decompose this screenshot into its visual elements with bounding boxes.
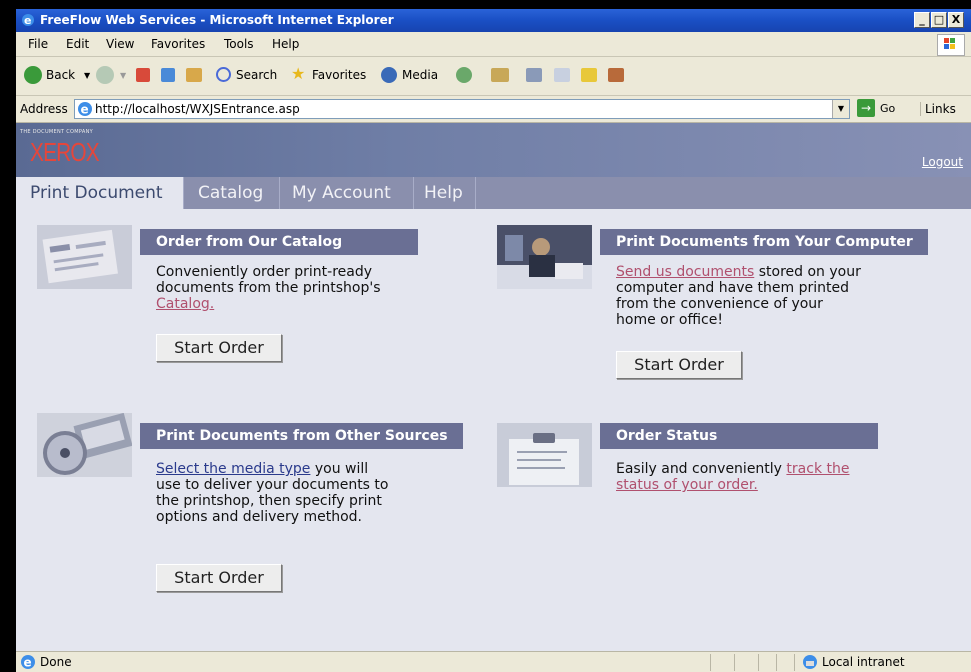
tab-my-account[interactable]: My Account (280, 177, 414, 209)
home-icon[interactable] (186, 68, 202, 82)
mail-icon[interactable] (491, 68, 509, 82)
address-url[interactable]: http://localhost/WXJSEntrance.asp (95, 102, 300, 116)
svg-text:e: e (24, 14, 31, 27)
order-status-image (497, 423, 592, 487)
favorites-button[interactable]: Favorites (312, 68, 366, 82)
minimize-button[interactable]: _ (914, 12, 930, 28)
history-icon[interactable] (456, 67, 472, 83)
computer-image (497, 225, 592, 289)
status-divider (794, 654, 795, 671)
messenger-icon[interactable] (608, 68, 624, 82)
go-button[interactable]: Go (880, 102, 895, 115)
search-button[interactable]: Search (236, 68, 277, 82)
tab-help[interactable]: Help (414, 177, 476, 209)
xerox-logo: XEROX (30, 137, 100, 167)
links-button[interactable]: Links (920, 102, 956, 116)
back-arrow-icon[interactable] (24, 66, 42, 84)
discuss-icon[interactable] (581, 68, 597, 82)
address-input[interactable]: e http://localhost/WXJSEntrance.asp ▼ (74, 99, 850, 119)
brand-tagline: THE DOCUMENT COMPANY (20, 129, 94, 135)
tab-print-document[interactable]: Print Document (16, 177, 184, 209)
panel-text-other: Select the media type you will use to de… (156, 461, 396, 525)
edit-icon[interactable] (554, 68, 570, 82)
start-order-computer-button[interactable]: Start Order (616, 351, 742, 379)
panel-title-computer: Print Documents from Your Computer (600, 229, 928, 255)
status-message: Done (40, 655, 72, 669)
panel-text-computer: Send us documents stored on your compute… (616, 264, 866, 328)
title-bar: e FreeFlow Web Services - Microsoft Inte… (16, 9, 971, 32)
stop-icon[interactable] (136, 68, 150, 82)
select-media-type-link[interactable]: Select the media type (156, 461, 310, 477)
logout-link[interactable]: Logout (922, 155, 963, 169)
banner: THE DOCUMENT COMPANY XEROX Logout (16, 123, 971, 177)
address-bar: Address e http://localhost/WXJSEntrance.… (16, 96, 971, 123)
page-icon: e (78, 102, 92, 117)
status-text: Easily and conveniently (616, 461, 787, 477)
forward-dropdown-icon[interactable]: ▼ (120, 71, 126, 80)
browser-window: e FreeFlow Web Services - Microsoft Inte… (16, 9, 971, 672)
forward-arrow-icon[interactable] (96, 66, 114, 84)
address-dropdown-icon[interactable]: ▼ (832, 100, 849, 118)
search-icon[interactable] (216, 67, 231, 82)
svg-text:e: e (81, 103, 89, 117)
tab-catalog[interactable]: Catalog (184, 177, 280, 209)
catalog-link[interactable]: Catalog. (156, 296, 214, 312)
window-title: FreeFlow Web Services - Microsoft Intern… (40, 13, 394, 27)
back-button[interactable]: Back (46, 68, 75, 82)
menu-favorites[interactable]: Favorites (151, 37, 205, 51)
security-zone: Local intranet (822, 655, 905, 669)
status-divider (710, 654, 711, 671)
panel-title-catalog: Order from Our Catalog (140, 229, 418, 255)
intranet-icon (803, 655, 817, 669)
address-label: Address (20, 102, 68, 116)
menu-tools[interactable]: Tools (224, 37, 254, 51)
panel-title-status: Order Status (600, 423, 878, 449)
menu-bar: File Edit View Favorites Tools Help (16, 32, 971, 57)
ie-icon: e (22, 14, 34, 27)
catalog-text: Conveniently order print-ready documents… (156, 264, 381, 296)
panel-text-catalog: Conveniently order print-ready documents… (156, 264, 406, 312)
media-image (37, 413, 132, 477)
menu-view[interactable]: View (106, 37, 134, 51)
nav-tabs: Print Document Catalog My Account Help (16, 177, 971, 209)
close-button[interactable]: X (948, 12, 964, 28)
status-divider (734, 654, 735, 671)
media-button[interactable]: Media (402, 68, 438, 82)
send-documents-link[interactable]: Send us documents (616, 264, 754, 280)
status-divider (776, 654, 777, 671)
menu-edit[interactable]: Edit (66, 37, 89, 51)
start-order-other-button[interactable]: Start Order (156, 564, 282, 592)
start-order-catalog-button[interactable]: Start Order (156, 334, 282, 362)
maximize-button[interactable]: □ (931, 12, 947, 28)
print-icon[interactable] (526, 68, 542, 82)
media-icon[interactable] (381, 67, 397, 83)
status-bar: e Done Local intranet (16, 651, 971, 672)
refresh-icon[interactable] (161, 68, 175, 82)
back-dropdown-icon[interactable]: ▼ (84, 71, 90, 80)
menu-file[interactable]: File (28, 37, 48, 51)
status-divider (758, 654, 759, 671)
svg-text:e: e (24, 656, 32, 670)
panel-text-status: Easily and conveniently track the status… (616, 461, 856, 493)
page-content: THE DOCUMENT COMPANY XEROX Logout Print … (16, 123, 971, 651)
panel-title-other: Print Documents from Other Sources (140, 423, 463, 449)
page-status-icon: e (21, 655, 35, 670)
favorites-star-icon[interactable]: ★ (291, 64, 305, 83)
menu-help[interactable]: Help (272, 37, 299, 51)
catalog-image (37, 225, 132, 289)
windows-logo-icon (937, 34, 965, 56)
toolbar: Back ▼ ▼ Search ★ Favorites Media (16, 57, 971, 96)
go-arrow-icon[interactable]: → (857, 99, 875, 117)
